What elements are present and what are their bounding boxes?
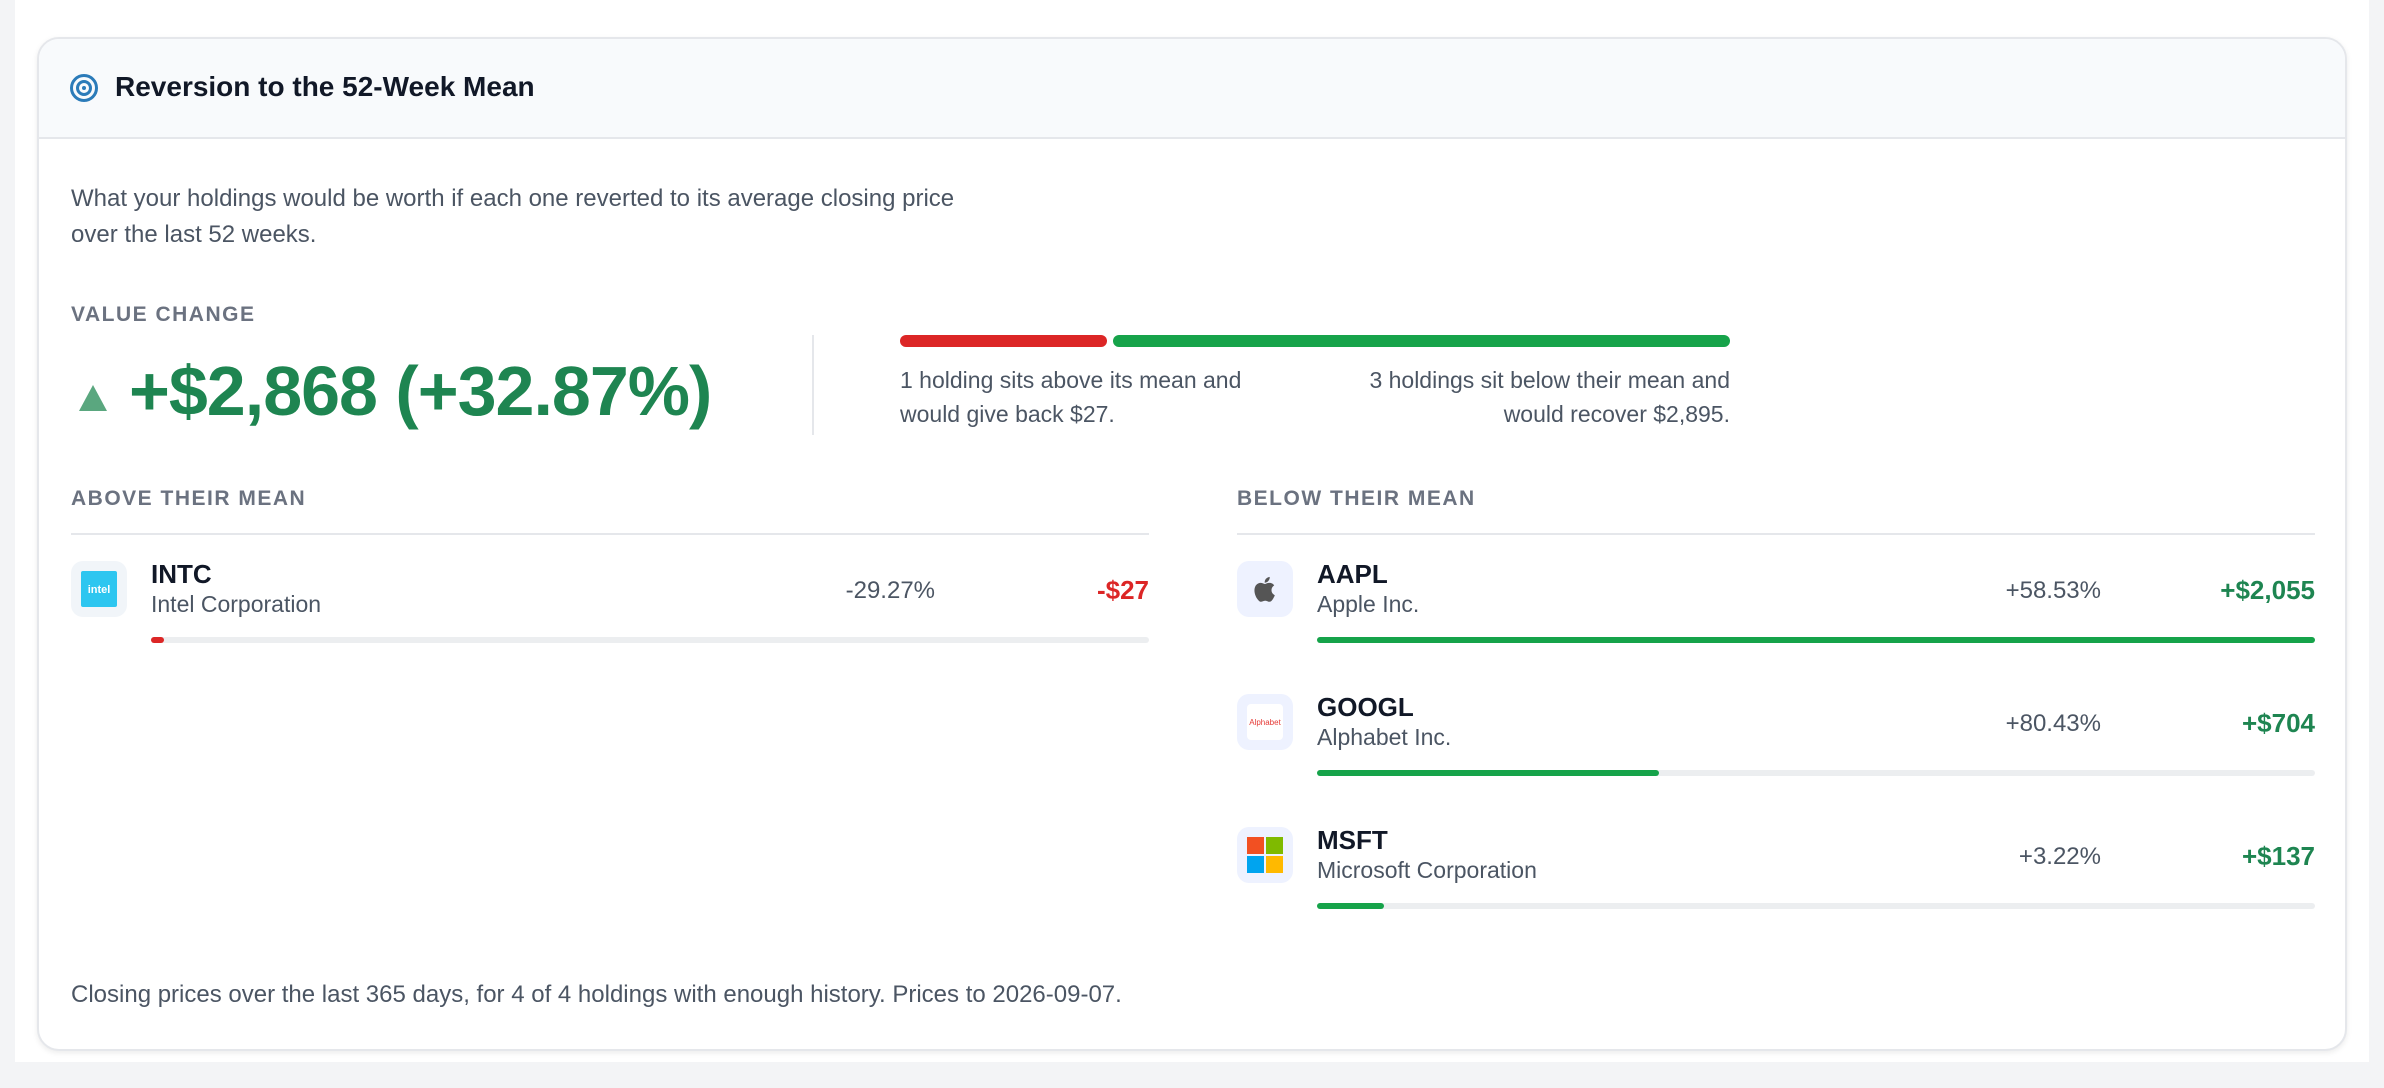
above-mean-summary: 1 holding sits above its mean and would … <box>900 367 1242 427</box>
divider <box>812 335 814 435</box>
holding-amount: -$27 <box>1096 575 1149 605</box>
value-change-label: VALUE CHANGE <box>71 303 256 326</box>
above-section-divider <box>71 533 1149 535</box>
holding-percent: +58.53% <box>2005 577 2101 604</box>
apple-logo <box>1237 561 1293 617</box>
holding-progress-fill <box>1317 637 2315 643</box>
microsoft-logo <box>1237 827 1293 883</box>
up-arrow-icon <box>79 385 107 411</box>
holding-name: Intel Corporation <box>151 591 322 617</box>
card-header: Reversion to the 52-Week Mean <box>39 39 2345 139</box>
below-mean-summary: 3 holdings sit below their mean and woul… <box>1369 367 1730 427</box>
holding-amount: +$137 <box>2241 841 2315 871</box>
holding-ticker: AAPL <box>1317 559 1388 589</box>
value-change-amount: +$2,868 (+32.87%) <box>129 352 712 430</box>
holding-ticker: GOOGL <box>1317 692 1414 722</box>
svg-text:Alphabet: Alphabet <box>1249 718 1281 727</box>
intel-logo: intel <box>71 561 127 617</box>
holding-ticker: MSFT <box>1317 825 1388 855</box>
holding-name: Apple Inc. <box>1317 591 1420 617</box>
holding-row-msft[interactable]: MSFT Microsoft Corporation +3.22% +$137 <box>1237 825 2315 917</box>
holding-percent: +80.43% <box>2005 710 2101 737</box>
holding-row-googl[interactable]: Alphabet GOOGL Alphabet Inc. +80.43% +$7… <box>1237 692 2315 784</box>
holding-amount: +$2,055 <box>2220 575 2315 605</box>
below-mean-bar <box>1113 335 1730 347</box>
holding-progress-track <box>1317 637 2315 643</box>
holding-percent: +3.22% <box>2018 843 2101 870</box>
holding-progress-fill <box>151 637 164 643</box>
description-text: What your holdings would be worth if eac… <box>71 185 955 248</box>
holding-row-intc[interactable]: intel INTC Intel Corporation -29.27% -$2… <box>71 559 1149 651</box>
card-title: Reversion to the 52-Week Mean <box>115 71 535 102</box>
holding-amount: +$704 <box>2241 708 2315 738</box>
holding-name: Alphabet Inc. <box>1317 724 1452 750</box>
holding-name: Microsoft Corporation <box>1317 857 1537 883</box>
above-section-title: ABOVE THEIR MEAN <box>71 487 307 510</box>
holding-row-aapl[interactable]: AAPL Apple Inc. +58.53% +$2,055 <box>1237 559 2315 651</box>
holding-ticker: INTC <box>151 559 212 589</box>
below-section-divider <box>1237 533 2315 535</box>
holding-progress-track <box>151 637 1149 643</box>
holding-progress-track <box>1317 903 2315 909</box>
above-mean-bar <box>900 335 1107 347</box>
target-icon <box>70 74 98 102</box>
svg-text:intel: intel <box>88 584 111 596</box>
mean-reversion-card: Reversion to the 52-Week Mean What your … <box>37 37 2347 1051</box>
alphabet-logo: Alphabet <box>1237 694 1293 750</box>
holding-progress-fill <box>1317 903 1384 909</box>
holding-progress-track <box>1317 770 2315 776</box>
footnote: Closing prices over the last 365 days, f… <box>71 981 1122 1008</box>
holding-progress-fill <box>1317 770 1660 776</box>
holding-percent: -29.27% <box>845 577 935 604</box>
below-section-title: BELOW THEIR MEAN <box>1237 487 1476 510</box>
